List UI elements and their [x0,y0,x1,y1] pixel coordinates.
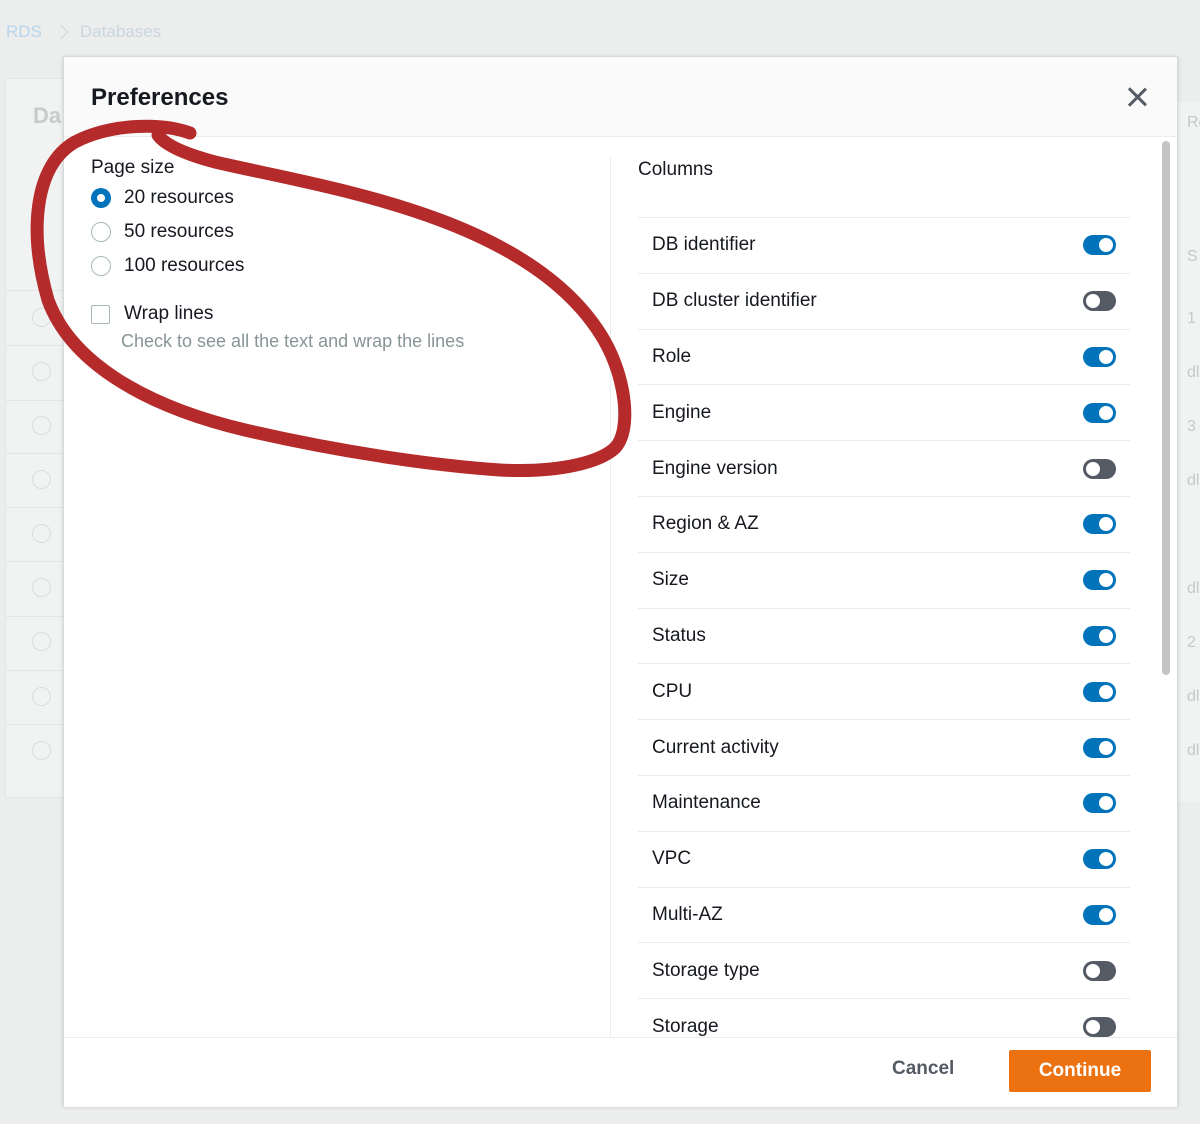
wrap-lines-checkbox-row[interactable]: Wrap lines [91,303,591,325]
background-cell: 3 [1187,418,1196,435]
wrap-lines-label: Wrap lines [124,303,214,324]
breadcrumb-rds-link[interactable]: RDS [6,22,42,42]
column-toggle[interactable] [1083,291,1116,312]
page-size-label: Page size [91,157,175,178]
column-preference-label: DB identifier [652,234,756,256]
column-toggle[interactable] [1083,346,1116,367]
column-preference-label: VPC [652,848,692,870]
column-toggle[interactable] [1083,904,1116,925]
background-row-radio [32,362,51,381]
page-size-option-1[interactable]: 50 resources [91,215,591,249]
background-row-radio [32,741,51,760]
columns-section: Columns DB identifier DB cluster identifi… [638,157,1130,1037]
background-row-radio [32,308,51,327]
background-cell: S [1187,248,1198,265]
background-row-radio [32,687,51,706]
background-row-radio [32,416,51,435]
column-preference-label: Storage type [652,959,760,981]
column-toggle[interactable] [1083,793,1116,814]
column-preference-row: Size [638,551,1130,608]
background-cell: dl [1187,472,1200,489]
column-preference-row: DB cluster identifier [638,272,1130,329]
background-cell: 2 [1187,634,1196,651]
column-preference-row: Storage [638,998,1130,1037]
radio-button[interactable] [91,188,111,208]
column-preference-row: Storage type [638,942,1130,998]
column-preference-label: Maintenance [652,792,761,814]
page-size-option-2[interactable]: 100 resources [91,249,591,283]
column-divider [610,157,611,1037]
column-preference-row: Status [638,607,1130,664]
column-preference-label: DB cluster identifier [652,290,817,312]
column-toggle[interactable] [1083,458,1116,479]
background-row-radio [32,524,51,543]
cancel-button[interactable]: Cancel [892,1058,954,1080]
background-cell: dl [1187,688,1200,705]
background-column-header: Re [1187,114,1200,131]
column-toggle[interactable] [1083,737,1116,758]
column-preference-label: Size [652,569,689,591]
column-preference-row: Engine version [638,440,1130,496]
page-size-option-label: 50 resources [124,221,234,242]
column-toggle[interactable] [1083,514,1116,535]
columns-list: DB identifier DB cluster identifier Role En… [638,217,1130,1037]
page-size-option-0[interactable]: 20 resources [91,181,591,215]
column-preference-row: DB identifier [638,217,1130,273]
column-toggle[interactable] [1083,849,1116,870]
page-size-options: 20 resources 50 resources 100 resources [91,181,591,283]
column-preference-label: Engine [652,401,712,423]
column-preference-row: Multi-AZ [638,886,1130,943]
column-preference-label: Current activity [652,736,779,758]
columns-title: Columns [638,159,713,180]
breadcrumb: RDS Databases [6,22,161,42]
column-preference-label: Role [652,345,692,367]
background-cell: dl [1187,580,1200,597]
background-row-radio [32,578,51,597]
column-toggle[interactable] [1083,235,1116,256]
column-preference-row: Region & AZ [638,495,1130,552]
column-preference-label: CPU [652,680,693,702]
background-row-radio [32,470,51,489]
column-toggle[interactable] [1083,625,1116,646]
background-cell: dl [1187,742,1200,759]
column-preference-label: Region & AZ [652,513,759,535]
background-cell: 1 [1187,310,1196,327]
preferences-modal: Preferences Page size 20 resources 50 res… [63,56,1178,1107]
background-right-panel: Re S 1 dl 3 dl dl 2 dl dl [1176,102,1200,802]
column-preference-row: Engine [638,384,1130,440]
page-size-section: Page size 20 resources 50 resources 100 re… [91,157,591,352]
column-toggle[interactable] [1083,570,1116,591]
radio-button[interactable] [91,222,111,242]
background-cell: dl [1187,364,1200,381]
column-preference-label: Status [652,624,706,646]
column-preference-label: Engine version [652,457,778,479]
column-toggle[interactable] [1083,1016,1116,1037]
page-size-option-label: 20 resources [124,187,234,208]
column-toggle[interactable] [1083,681,1116,702]
column-preference-label: Storage [652,1015,719,1037]
column-toggle[interactable] [1083,402,1116,423]
modal-scrollbar[interactable] [1162,141,1170,675]
column-preference-row: CPU [638,663,1130,719]
chevron-right-icon [53,24,68,40]
column-preference-row: Maintenance [638,774,1130,831]
radio-button[interactable] [91,256,111,276]
continue-button[interactable]: Continue [1009,1050,1151,1092]
page-size-option-label: 100 resources [124,255,245,276]
background-row-radio [32,632,51,651]
modal-footer: Cancel Continue [64,1037,1177,1107]
column-preference-row: VPC [638,830,1130,887]
modal-title: Preferences [91,84,229,111]
wrap-lines-checkbox[interactable] [91,304,110,324]
column-toggle[interactable] [1083,960,1116,981]
column-preference-row: Role [638,328,1130,385]
column-preference-label: Multi-AZ [652,903,723,925]
close-icon[interactable] [1122,82,1152,112]
wrap-lines-description: Check to see all the text and wrap the l… [121,331,465,351]
background-page-title: Da [33,103,62,128]
column-preference-row: Current activity [638,719,1130,775]
modal-header: Preferences [64,57,1177,137]
breadcrumb-databases: Databases [79,22,162,41]
